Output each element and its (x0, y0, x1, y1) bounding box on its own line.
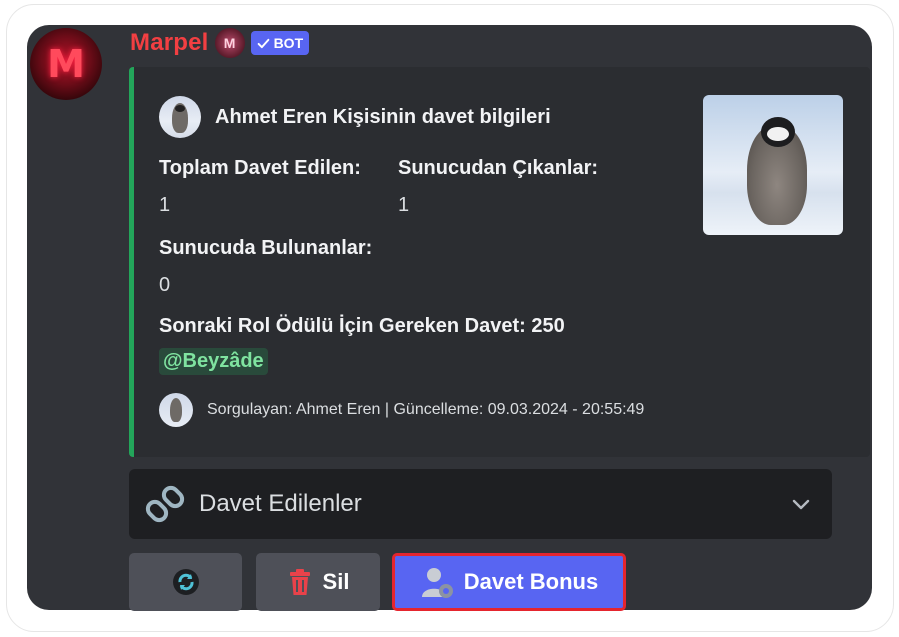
embed-author: Ahmet Eren Kişisinin davet bilgileri (159, 96, 551, 138)
reward-count: 250 (531, 315, 565, 337)
penguin-cheek (767, 127, 789, 141)
invite-bonus-button[interactable]: Davet Bonus (392, 553, 626, 611)
user-gear-icon (421, 568, 453, 598)
reward-label: Sonraki Rol Ödülü İçin Gereken Davet: (159, 315, 526, 337)
field-name: Sunucudan Çıkanlar: (398, 157, 599, 179)
field-value: 1 (159, 194, 171, 216)
refresh-icon (172, 569, 199, 595)
checkmark-icon (257, 38, 269, 48)
bot-tag-label: BOT (273, 35, 304, 51)
embed-footer: Sorgulayan: Ahmet Eren | Güncelleme: 09.… (159, 393, 644, 427)
field-total-invited: Toplam Davet Edilen: 1 (159, 157, 361, 217)
footer-text: Sorgulayan: Ahmet Eren | Güncelleme: 09.… (207, 401, 645, 418)
delete-label: Sil (322, 569, 350, 594)
footer-avatar (159, 393, 193, 427)
field-name: Toplam Davet Edilen: (159, 157, 361, 179)
refresh-button[interactable] (129, 553, 242, 611)
invited-select-menu[interactable]: Davet Edilenler (129, 469, 832, 539)
role-mention[interactable]: @Beyzâde (159, 348, 268, 375)
author-avatar[interactable] (159, 96, 201, 138)
role-icon: M (214, 28, 245, 58)
field-value: 0 (159, 274, 171, 296)
delete-button[interactable]: Sil (256, 553, 380, 611)
reward-line: Sonraki Rol Ödülü İçin Gereken Davet: 25… (159, 315, 565, 338)
field-value: 1 (398, 194, 410, 216)
role-icon-letter: M (223, 35, 236, 51)
field-in-server: Sunucuda Bulunanlar: 0 (159, 237, 372, 297)
bot-tag: BOT (250, 31, 310, 55)
avatar-logo: M (47, 42, 85, 86)
author-username[interactable]: Marpel (130, 29, 209, 57)
embed-author-name: Ahmet Eren Kişisinin davet bilgileri (215, 105, 551, 128)
field-name: Sunucuda Bulunanlar: (159, 237, 373, 259)
field-left-server: Sunucudan Çıkanlar: 1 (398, 157, 598, 217)
embed: Ahmet Eren Kişisinin davet bilgileri Top… (129, 67, 870, 457)
bonus-label: Davet Bonus (463, 569, 599, 594)
trash-icon (289, 569, 310, 595)
chevron-down-icon (792, 499, 810, 510)
reward-section: Sonraki Rol Ödülü İçin Gereken Davet: 25… (159, 315, 565, 375)
link-icon (145, 485, 185, 523)
bot-avatar[interactable]: M (30, 28, 102, 100)
select-label: Davet Edilenler (199, 490, 362, 517)
embed-thumbnail[interactable] (703, 95, 843, 235)
message-header: Marpel M BOT (130, 28, 310, 58)
